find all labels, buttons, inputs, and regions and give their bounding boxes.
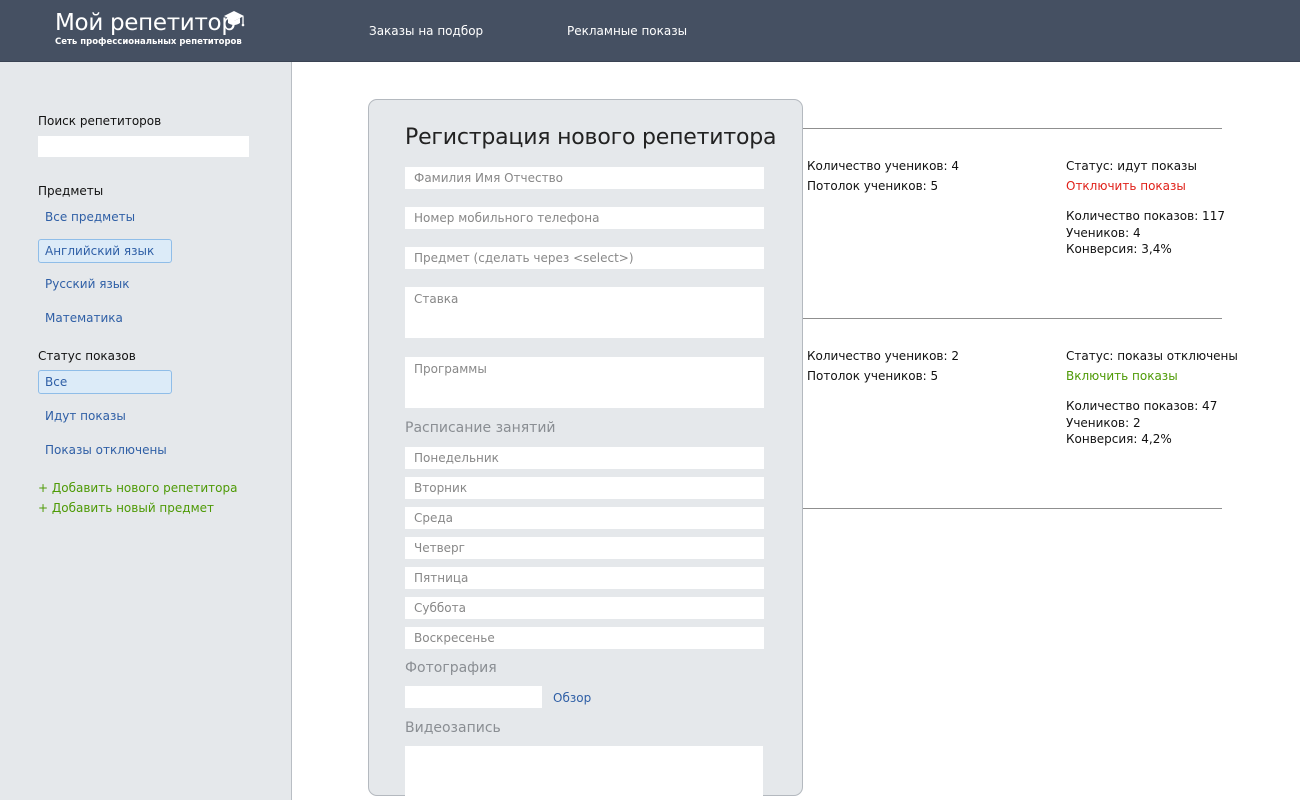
tutor-1-conversion: Конверсия: 3,4% — [1066, 242, 1172, 256]
tutor-1-status: Статус: идут показы — [1066, 159, 1197, 173]
top-header: Мой репетитор Сеть профессиональных репе… — [0, 0, 1300, 62]
add-tutor-link[interactable]: + Добавить нового репетитора — [38, 481, 237, 495]
tutor-2-pupils: Учеников: 2 — [1066, 416, 1141, 430]
divider — [803, 508, 1222, 509]
status-item-disabled[interactable]: Показы отключены — [38, 438, 172, 462]
friday-input[interactable] — [405, 567, 764, 589]
programs-textarea[interactable] — [405, 357, 764, 408]
tutor-2-status: Статус: показы отключены — [1066, 349, 1238, 363]
divider — [803, 128, 1222, 129]
tutor-1-shows: Количество показов: 117 — [1066, 209, 1225, 223]
schedule-label: Расписание занятий — [405, 420, 556, 436]
subject-item-math[interactable]: Математика — [38, 306, 172, 330]
tutor-2-students: Количество учеников: 2 — [807, 349, 959, 363]
nav-orders-link[interactable]: Заказы на подбор — [369, 24, 483, 38]
browse-button[interactable]: Обзор — [553, 691, 591, 705]
tutor-2-shows: Количество показов: 47 — [1066, 399, 1218, 413]
rate-textarea[interactable] — [405, 287, 764, 338]
sidebar: Поиск репетиторов Предметы Все предметы … — [0, 62, 292, 800]
graduation-cap-icon — [224, 11, 245, 27]
video-upload-area[interactable] — [405, 746, 763, 796]
subject-input[interactable] — [405, 247, 764, 269]
subject-item-english[interactable]: Английский язык — [38, 239, 172, 263]
logo-title: Мой репетитор — [55, 10, 236, 36]
tutor-1-pupils: Учеников: 4 — [1066, 226, 1141, 240]
disable-shows-link[interactable]: Отключить показы — [1066, 179, 1186, 193]
subjects-heading: Предметы — [38, 184, 104, 198]
nav-ads-link[interactable]: Рекламные показы — [567, 24, 687, 38]
fio-input[interactable] — [405, 167, 764, 189]
tutor-2-cap: Потолок учеников: 5 — [807, 369, 939, 383]
status-item-active[interactable]: Идут показы — [38, 404, 172, 428]
saturday-input[interactable] — [405, 597, 764, 619]
sunday-input[interactable] — [405, 627, 764, 649]
logo-subtitle: Сеть профессиональных репетиторов — [55, 37, 242, 47]
tutor-search-input[interactable] — [38, 136, 249, 157]
status-item-all[interactable]: Все — [38, 370, 172, 394]
tutor-2-conversion: Конверсия: 4,2% — [1066, 432, 1172, 446]
video-label: Видеозапись — [405, 720, 501, 736]
add-subject-link[interactable]: + Добавить новый предмет — [38, 501, 214, 515]
search-label: Поиск репетиторов — [38, 114, 162, 128]
status-heading: Статус показов — [38, 349, 136, 363]
photo-file-field[interactable] — [405, 686, 542, 708]
photo-label: Фотография — [405, 660, 497, 676]
subject-item-all[interactable]: Все предметы — [38, 205, 172, 229]
tutor-1-cap: Потолок учеников: 5 — [807, 179, 939, 193]
tuesday-input[interactable] — [405, 477, 764, 499]
enable-shows-link[interactable]: Включить показы — [1066, 369, 1178, 383]
divider — [803, 318, 1222, 319]
subject-item-russian[interactable]: Русский язык — [38, 272, 172, 296]
monday-input[interactable] — [405, 447, 764, 469]
registration-form: Регистрация нового репетитора Расписание… — [368, 99, 803, 796]
wednesday-input[interactable] — [405, 507, 764, 529]
form-title: Регистрация нового репетитора — [405, 125, 777, 150]
tutor-1-students: Количество учеников: 4 — [807, 159, 959, 173]
thursday-input[interactable] — [405, 537, 764, 559]
phone-input[interactable] — [405, 207, 764, 229]
logo[interactable]: Мой репетитор Сеть профессиональных репе… — [55, 9, 245, 47]
